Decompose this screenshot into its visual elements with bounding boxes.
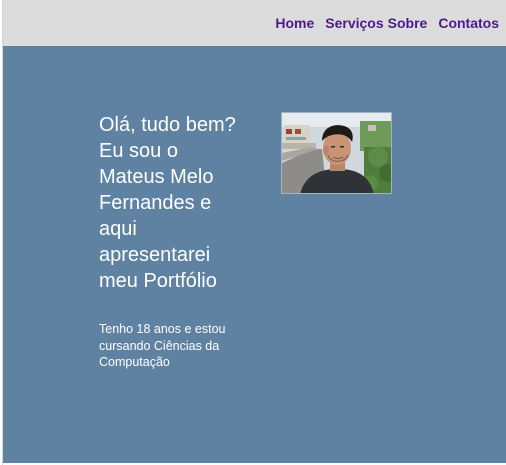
- page: Home Serviços Sobre Contatos Olá, tudo b…: [2, 0, 506, 465]
- main-nav: Home Serviços Sobre Contatos: [275, 15, 499, 31]
- profile-photo: [281, 112, 392, 194]
- nav-link-sobre[interactable]: Sobre: [388, 15, 428, 31]
- nav-link-home[interactable]: Home: [275, 15, 314, 31]
- nav-link-servicos[interactable]: Serviços: [325, 15, 383, 31]
- hero-subtitle: Tenho 18 anos e estou cursando Ciências …: [99, 322, 226, 369]
- site-header: Home Serviços Sobre Contatos: [3, 0, 506, 46]
- nav-link-contatos[interactable]: Contatos: [438, 15, 499, 31]
- hero-section: Olá, tudo bem? Eu sou o Mateus Melo Fern…: [3, 46, 506, 463]
- hero-headline: Olá, tudo bem? Eu sou o Mateus Melo Fern…: [99, 114, 236, 292]
